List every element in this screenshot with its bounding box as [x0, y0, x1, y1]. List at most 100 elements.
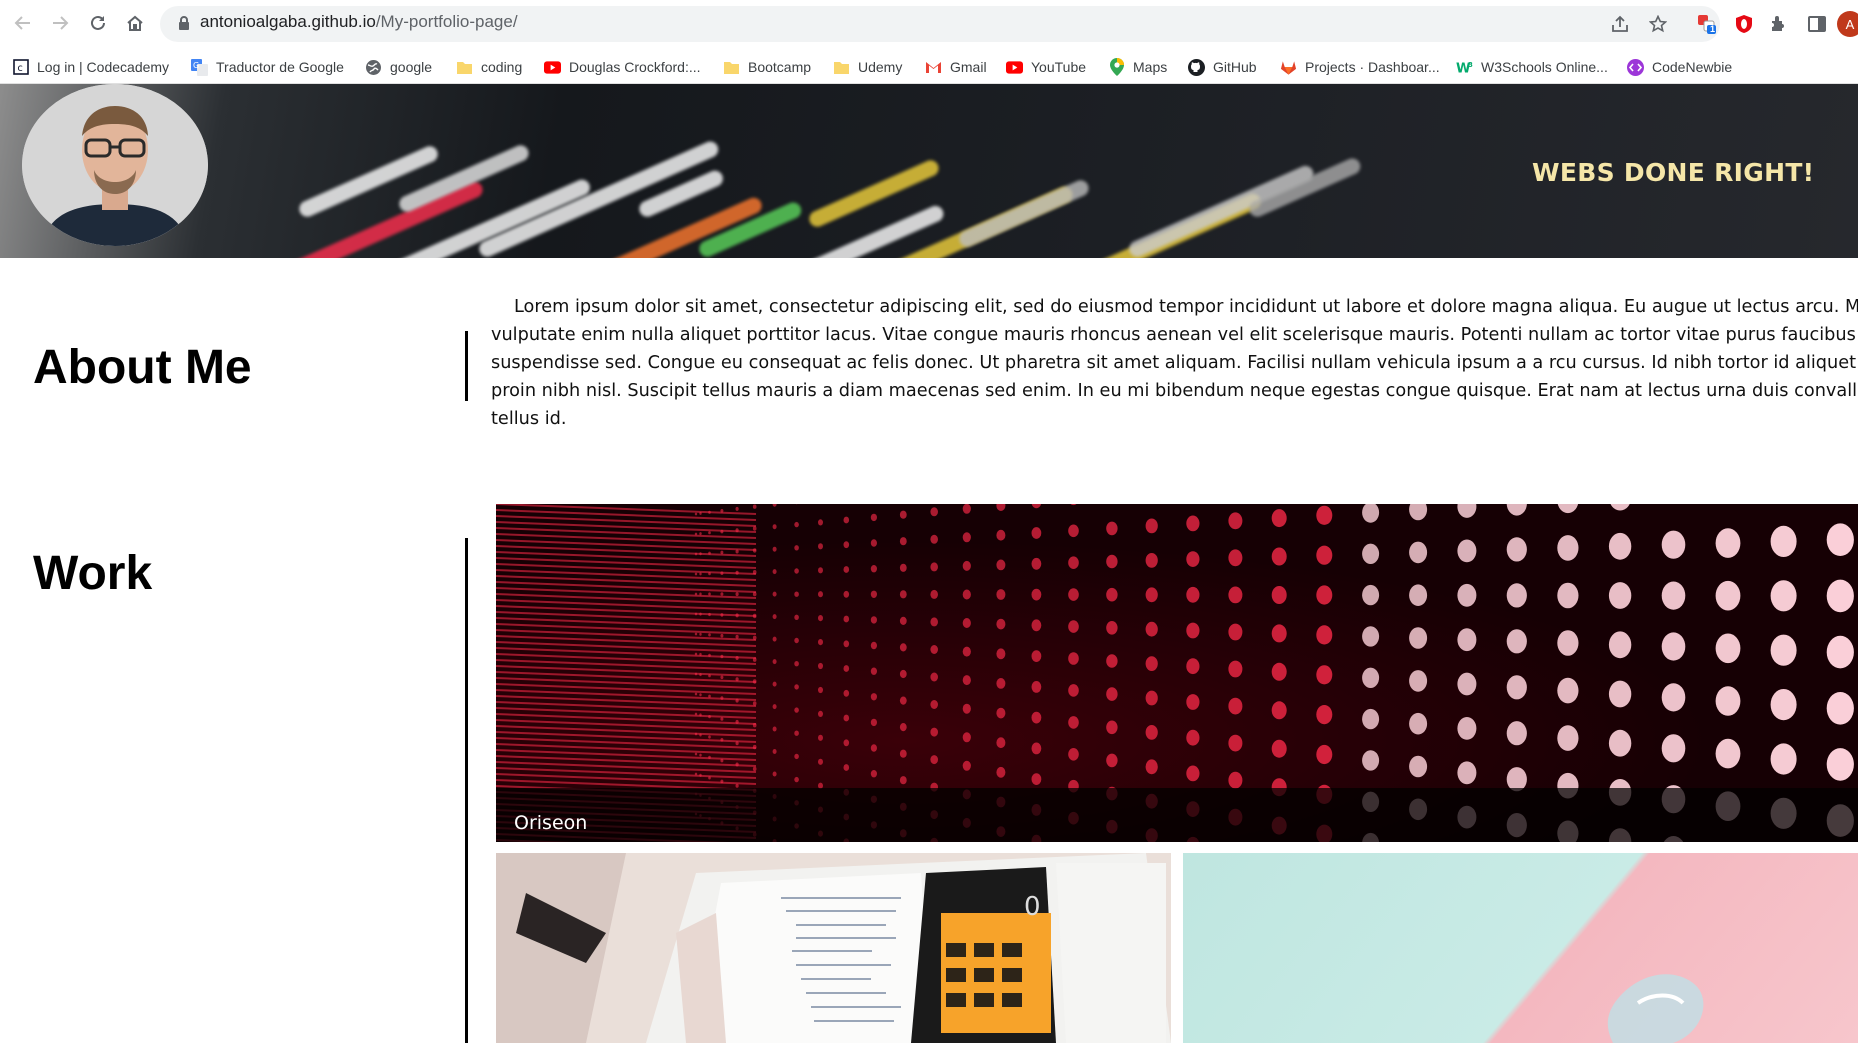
- led-dot: [962, 589, 971, 600]
- led-dot: [1770, 525, 1797, 557]
- led-dot: [699, 753, 702, 757]
- led-dot: [694, 572, 698, 576]
- led-dot: [870, 770, 877, 778]
- about-line: vulputate enim nulla aliquet porttitor l…: [491, 325, 1858, 345]
- about-line: Lorem ipsum dolor sit amet, consectetur …: [514, 297, 1858, 317]
- led-dot: [1457, 628, 1477, 652]
- extensions-puzzle-icon[interactable]: [1765, 10, 1793, 38]
- led-dot: [1610, 504, 1630, 511]
- led-dot: [870, 667, 877, 675]
- led-dot: [794, 568, 799, 574]
- opera-shield-icon[interactable]: [1730, 10, 1758, 38]
- home-icon[interactable]: [120, 8, 150, 38]
- bookmark-codenewbie[interactable]: CodeNewbie: [1627, 57, 1732, 77]
- profile-avatar[interactable]: A: [1836, 10, 1858, 38]
- led-dot: [899, 723, 907, 732]
- led-dot: [720, 675, 724, 680]
- svg-text:3: 3: [1468, 61, 1473, 69]
- led-dot: [794, 707, 799, 713]
- url-path: /My-portfolio-page/: [375, 12, 518, 31]
- led-dot: [694, 632, 698, 636]
- url-text[interactable]: antonioalgaba.github.io/My-portfolio-pag…: [200, 12, 518, 32]
- led-dot: [1031, 504, 1042, 509]
- led-dot: [1362, 543, 1380, 564]
- led-dot: [1228, 660, 1243, 678]
- bookmark-youtube[interactable]: YouTube: [1006, 57, 1086, 77]
- work-heading: Work: [33, 547, 153, 600]
- led-dot: [1316, 744, 1333, 765]
- bookmark-label: Log in | Codecademy: [37, 59, 170, 75]
- work-project-thumbnail-pastel[interactable]: [1183, 853, 1858, 1043]
- led-dot: [1106, 753, 1118, 768]
- back-icon[interactable]: [8, 8, 38, 38]
- led-dot: [870, 693, 877, 701]
- led-dot: [794, 684, 799, 690]
- bookmark-udemy[interactable]: Udemy: [833, 57, 902, 77]
- work-caption-bar: [496, 788, 1858, 842]
- forward-icon[interactable]: [45, 8, 75, 38]
- reload-icon[interactable]: [83, 8, 113, 38]
- bookmark-coding[interactable]: coding: [456, 57, 522, 77]
- bookmark-google[interactable]: google: [365, 57, 432, 77]
- led-dot: [1145, 759, 1158, 775]
- led-dot: [1457, 539, 1477, 563]
- led-dot: [843, 714, 850, 722]
- led-dot: [1715, 738, 1741, 769]
- extension-translate-icon[interactable]: 1: [1693, 10, 1721, 38]
- led-dot: [818, 519, 823, 526]
- lock-icon[interactable]: [178, 16, 190, 35]
- led-dot: [818, 567, 823, 574]
- led-dot: [1362, 667, 1380, 688]
- led-dot: [794, 521, 799, 528]
- led-dot: [843, 590, 850, 598]
- led-dot: [962, 703, 971, 714]
- profile-photo: [22, 84, 208, 246]
- bookmark-label: GitHub: [1213, 59, 1257, 75]
- share-icon[interactable]: [1606, 10, 1634, 38]
- bookmark-label: google: [390, 59, 433, 75]
- led-dot: [1271, 701, 1287, 720]
- led-dot: [772, 504, 777, 507]
- led-dot: [1228, 586, 1243, 604]
- led-dot: [962, 532, 971, 543]
- led-dot: [1457, 583, 1477, 607]
- led-dot: [996, 648, 1006, 660]
- led-dot: [1031, 527, 1042, 539]
- svg-text:0: 0: [1024, 892, 1041, 922]
- hero-title: WEBS DONE RIGHT!: [1532, 158, 1815, 187]
- side-panel-icon[interactable]: [1803, 10, 1831, 38]
- led-dot: [1409, 712, 1428, 735]
- bookmark-codecademy[interactable]: c Log in | Codecademy: [12, 57, 169, 77]
- led-dot: [1068, 588, 1079, 601]
- bookmark-gitlab-projects[interactable]: Projects · Dashboar...: [1280, 57, 1440, 77]
- led-dot: [996, 737, 1006, 749]
- bookmark-github[interactable]: GitHub: [1188, 57, 1257, 77]
- led-dot: [1106, 587, 1118, 602]
- led-dot: [772, 614, 777, 620]
- led-dot: [996, 678, 1006, 689]
- led-dot: [843, 640, 850, 648]
- led-dot: [1362, 750, 1380, 771]
- bookmark-gmail[interactable]: Gmail: [925, 57, 987, 77]
- bookmark-w3schools[interactable]: W3 W3Schools Online...: [1456, 57, 1608, 77]
- bookmark-maps[interactable]: Maps: [1108, 57, 1167, 77]
- gitlab-icon: [1280, 59, 1297, 76]
- led-dot: [930, 534, 938, 544]
- extension-badge: 1: [1710, 24, 1716, 34]
- led-dot: [1145, 518, 1158, 534]
- about-line: suspendisse sed. Congue eu consequat ac …: [491, 353, 1858, 373]
- bookmark-google-translate[interactable]: G Traductor de Google: [191, 57, 344, 77]
- led-dot: [1826, 523, 1854, 556]
- led-dot: [1362, 708, 1380, 730]
- led-dot: [1271, 739, 1287, 758]
- work-project-thumbnail-calculator[interactable]: 0: [496, 853, 1171, 1043]
- led-dot: [772, 524, 777, 530]
- led-dot: [1661, 530, 1686, 559]
- bookmark-douglas-crockford[interactable]: Douglas Crockford:...: [544, 57, 701, 77]
- led-dot: [1031, 619, 1042, 632]
- star-icon[interactable]: [1644, 10, 1672, 38]
- bookmark-label: coding: [481, 59, 523, 75]
- bookmark-bootcamp[interactable]: Bootcamp: [723, 57, 811, 77]
- work-project-oriseon[interactable]: Oriseon: [496, 504, 1858, 842]
- led-dot: [1770, 634, 1797, 666]
